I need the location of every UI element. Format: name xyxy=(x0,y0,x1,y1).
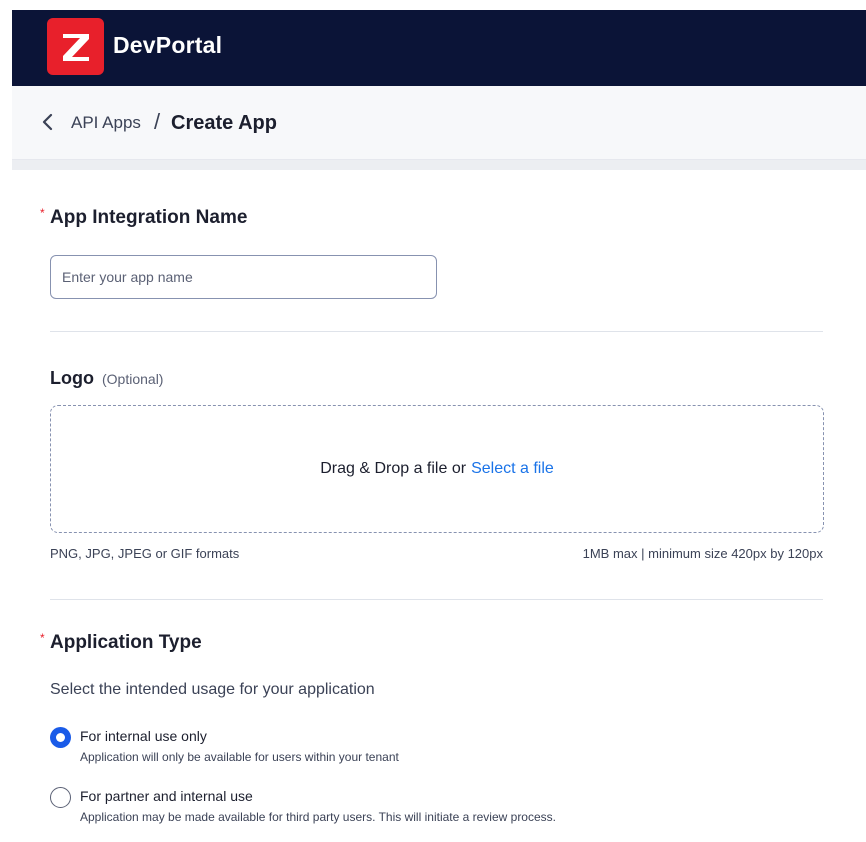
top-navbar: DevPortal xyxy=(12,10,866,86)
logo-size-hint: 1MB max | minimum size 420px by 120px xyxy=(582,546,823,561)
logo-optional-text: (Optional) xyxy=(102,371,164,387)
app-type-subtitle: Select the intended usage for your appli… xyxy=(50,681,375,698)
app-name-label: App Integration Name xyxy=(50,207,248,228)
content-gutter xyxy=(12,160,866,170)
option-partner-description: Application may be made available for th… xyxy=(80,810,556,824)
z-logo-icon xyxy=(62,33,89,61)
required-asterisk: * xyxy=(40,631,45,645)
option-internal-description: Application will only be available for u… xyxy=(80,750,399,764)
breadcrumb-api-apps-link[interactable]: API Apps xyxy=(71,113,141,133)
brand-name[interactable]: DevPortal xyxy=(113,32,222,59)
option-partner-label[interactable]: For partner and internal use xyxy=(80,788,253,804)
dropzone-text: Drag & Drop a file or xyxy=(320,460,467,477)
breadcrumb-separator: / xyxy=(154,109,161,134)
logo-formats-hint: PNG, JPG, JPEG or GIF formats xyxy=(50,546,240,561)
chevron-left-icon[interactable] xyxy=(40,112,54,132)
select-file-link[interactable]: Select a file xyxy=(471,460,554,478)
breadcrumb: API Apps / Create App xyxy=(12,86,866,160)
app-type-label: Application Type xyxy=(50,632,202,653)
page-title: Create App xyxy=(171,112,277,134)
radio-partner-use[interactable] xyxy=(50,787,71,808)
section-divider xyxy=(50,331,823,332)
section-divider xyxy=(50,599,823,600)
option-internal-label[interactable]: For internal use only xyxy=(80,728,207,744)
logo-dropzone[interactable]: Drag & Drop a file or Select a file xyxy=(50,405,824,533)
left-edge xyxy=(0,0,12,842)
logo-label-text: Logo xyxy=(50,368,94,388)
logo-label: Logo (Optional) xyxy=(50,368,163,389)
app-name-input[interactable] xyxy=(50,255,437,299)
required-asterisk: * xyxy=(40,206,45,220)
devportal-logo-icon[interactable] xyxy=(47,18,104,75)
radio-internal-use[interactable] xyxy=(50,727,71,748)
